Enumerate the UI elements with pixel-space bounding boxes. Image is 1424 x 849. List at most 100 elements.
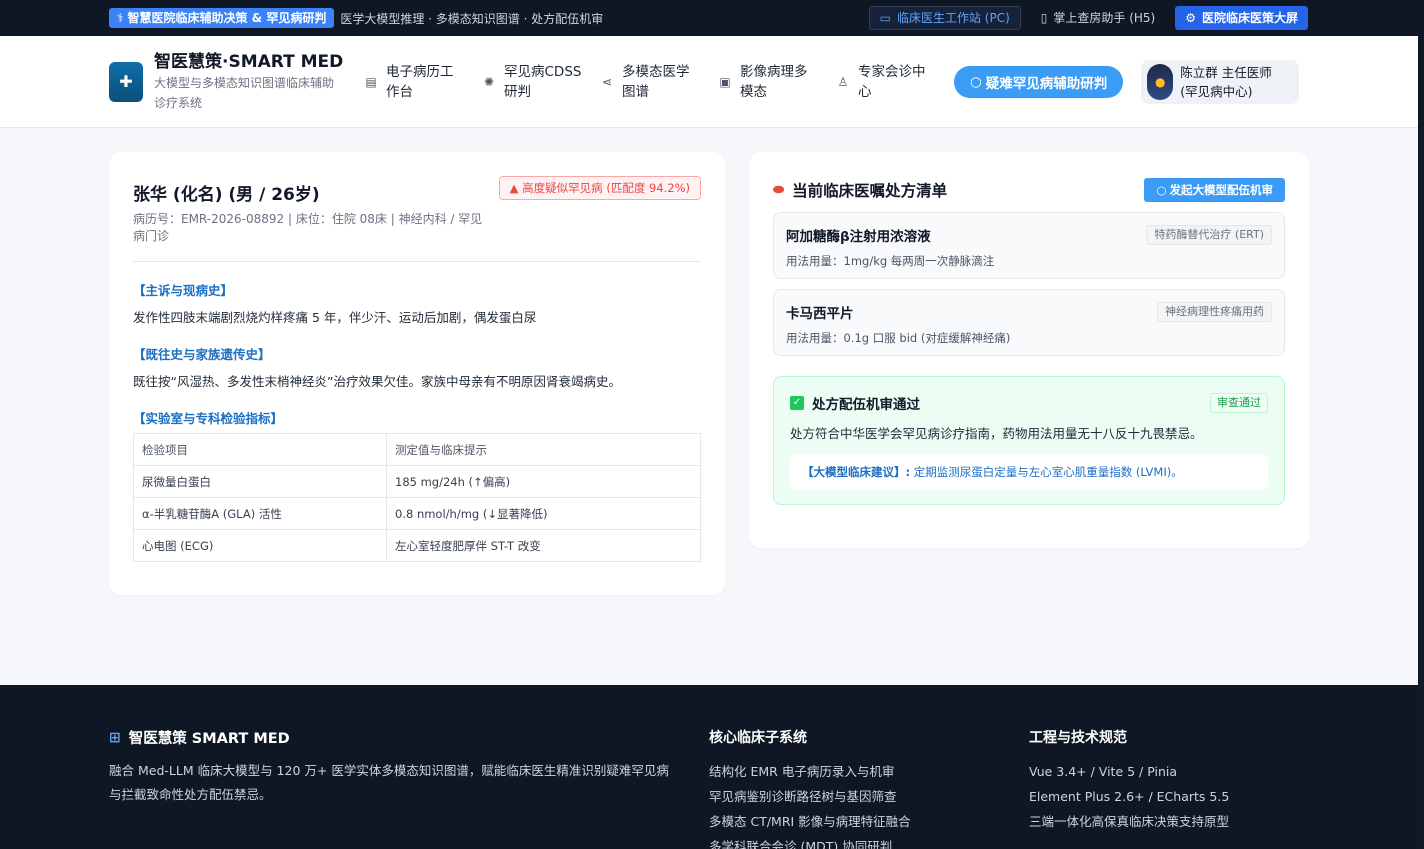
footer-text: 三端一体化高保真临床决策支持原型	[1029, 814, 1230, 829]
audit-pass-card: ✓ 处方配伍机审通过 审查通过 处方符合中华医学会罕见病诊疗指南，药物用法用量无…	[773, 376, 1285, 505]
footer-description: 融合 Med-LLM 临床大模型与 120 万+ 医学实体多模态知识图谱，赋能临…	[109, 763, 669, 802]
cpu-icon: ○	[1156, 183, 1167, 197]
table-header-row: 检验项目 测定值与临床提示	[133, 433, 701, 466]
nav-label: 电子病历工作台	[386, 63, 454, 100]
main-header: ✚ 智医慧策·SMART MED 大模型与多模态知识图谱临床辅助诊疗系统 ▤ 电…	[0, 36, 1424, 128]
nav-rare-cdss[interactable]: ✺ 罕见病CDSS研判	[474, 62, 592, 102]
footer: ⊞ 智医慧策 SMART MED 融合 Med-LLM 临床大模型与 120 万…	[0, 685, 1418, 849]
nav-label: 影像病理多模态	[740, 63, 808, 100]
risk-badge: ▲ 高度疑似罕见病 (匹配度 94.2%)	[498, 176, 701, 200]
cpu-icon: ✺	[483, 74, 495, 89]
patient-record-panel: 张华 (化名) (男 / 26岁) 病历号：EMR-2026-08892 | 床…	[109, 152, 725, 595]
section-body-complaint: 发作性四肢末端剧烈烧灼样疼痛 5 年，伴少汗、运动后加剧，偶发蛋白尿	[133, 310, 537, 325]
brand: 智医慧策·SMART MED 大模型与多模态知识图谱临床辅助诊疗系统	[154, 51, 344, 113]
prescription-header: ⬬ 当前临床医嘱处方清单 ○ 发起大模型配伍机审	[773, 178, 1285, 202]
footer-col-subsystems: 核心临床子系统 结构化 EMR 电子病历录入与机审 罕见病鉴别诊断路径树与基因筛…	[709, 727, 911, 849]
start-audit-button[interactable]: ○ 发起大模型配伍机审	[1144, 178, 1285, 202]
footer-text: Element Plus 2.6+ / ECharts 5.5	[1029, 789, 1230, 804]
prescription-title-label: 当前临床医嘱处方清单	[792, 182, 948, 200]
gear-icon: ⚙	[1185, 11, 1196, 25]
table-row: α-半乳糖苷酶A (GLA) 活性 0.8 nmol/h/mg (↓显著降低)	[133, 497, 701, 530]
nav-imaging[interactable]: ▣ 影像病理多模态	[710, 62, 828, 102]
mobile-icon: ▯	[1040, 11, 1048, 25]
nav-label: 专家会诊中心	[858, 63, 926, 100]
lab-item: α-半乳糖苷酶A (GLA) 活性	[133, 497, 387, 530]
logo-medical-kit-icon[interactable]: ✚	[109, 61, 143, 102]
lab-value: 左心室轻度肥厚伴 ST-T 改变	[386, 529, 701, 562]
prescription-item[interactable]: 卡马西平片 用法用量：0.1g 口服 bid (对症缓解神经痛) 神经病理性疼痛…	[773, 289, 1285, 356]
prescription-item[interactable]: 阿加糖酶β注射用浓溶液 用法用量：1mg/kg 每两周一次静脉滴注 特药酶替代治…	[773, 212, 1285, 279]
prescription-panel: ⬬ 当前临床医嘱处方清单 ○ 发起大模型配伍机审 阿加糖酶β注射用浓溶液 用法用…	[749, 152, 1309, 548]
rare-disease-cta-button[interactable]: ○ 疑难罕见病辅助研判	[954, 65, 1124, 98]
nav-knowledge-graph[interactable]: ⋖ 多模态医学图谱	[592, 62, 710, 102]
drug-usage: 用法用量：1mg/kg 每两周一次静脉滴注	[786, 254, 995, 268]
share-icon: ⋖	[601, 74, 613, 89]
llm-advice: 【大模型临床建议】: 定期监测尿蛋白定量与左心室心肌重量指数 (LVMI)。	[790, 454, 1268, 490]
app-subtitle: 大模型与多模态知识图谱临床辅助诊疗系统	[154, 75, 335, 110]
lab-value: 185 mg/24h (↑偏高)	[386, 465, 701, 498]
user-name: 陈立群 主任医师	[1180, 64, 1272, 80]
page-scrollbar[interactable]	[1418, 36, 1424, 849]
prescription-title: ⬬ 当前临床医嘱处方清单	[773, 179, 947, 201]
app-title: 智医慧策·SMART MED	[154, 51, 344, 72]
audit-pass-header: ✓ 处方配伍机审通过	[790, 393, 1268, 413]
top-banner-label: 智慧医院临床辅助决策 & 罕见病研判	[127, 11, 327, 25]
footer-link[interactable]: 罕见病鉴别诊断路径树与基因筛查	[709, 784, 911, 809]
h5-ward-link[interactable]: ▯ 掌上查房助手 (H5)	[1031, 6, 1165, 30]
footer-brand-label: 智医慧策 SMART MED	[128, 731, 290, 747]
top-tagline: 医学大模型推理 · 多模态知识图谱 · 处方配伍机审	[340, 11, 604, 26]
footer-link[interactable]: 多学科联合会诊 (MDT) 协同研判	[709, 834, 911, 849]
column-header: 检验项目	[133, 433, 387, 466]
medical-icon: ⚕	[117, 11, 124, 25]
h5-ward-label: 掌上查房助手 (H5)	[1053, 11, 1156, 25]
audit-pass-title: 处方配伍机审通过	[812, 397, 920, 413]
user-info: 陈立群 主任医师 (罕见病中心)	[1180, 63, 1271, 101]
lab-value: 0.8 nmol/h/mg (↓显著降低)	[386, 497, 701, 530]
patient-meta: 病历号：EMR-2026-08892 | 床位：住院 08床 | 神经内科 / …	[133, 212, 483, 243]
main-nav: ▤ 电子病历工作台 ✺ 罕见病CDSS研判 ⋖ 多模态医学图谱 ▣ 影像病理多模…	[356, 62, 946, 102]
footer-link[interactable]: 多模态 CT/MRI 影像与病理特征融合	[709, 809, 911, 834]
risk-label: 高度疑似罕见病 (匹配度 94.2%)	[522, 181, 690, 195]
user-profile[interactable]: ● 陈立群 主任医师 (罕见病中心)	[1141, 59, 1300, 104]
nav-emr-workbench[interactable]: ▤ 电子病历工作台	[356, 62, 474, 102]
top-banner: ⚕ 智慧医院临床辅助决策 & 罕见病研判	[109, 8, 335, 28]
drug-tag: 特药酶替代治疗 (ERT)	[1146, 225, 1272, 245]
check-icon: ✓	[790, 396, 804, 410]
cta-label: 疑难罕见病辅助研判	[985, 75, 1108, 92]
section-title-history: 【既往史与家族遗传史】	[133, 347, 271, 362]
footer-col-title: 工程与技术规范	[1029, 730, 1127, 746]
pc-workstation-link[interactable]: ▭ 临床医生工作站 (PC)	[868, 6, 1021, 30]
status-badge: 审查通过	[1210, 393, 1268, 413]
audit-pass-body: 处方符合中华医学会罕见病诊疗指南，药物用法用量无十八反十九畏禁忌。	[790, 426, 1203, 441]
advice-label: 【大模型临床建议】:	[802, 465, 911, 479]
image-icon: ▣	[719, 74, 731, 89]
nav-label: 罕见病CDSS研判	[504, 63, 582, 100]
section-body-history: 既往按“风湿热、多发性末梢神经炎”治疗效果欠佳。家族中母亲有不明原因肾衰竭病史。	[133, 374, 621, 389]
big-screen-link[interactable]: ⚙ 医院临床医策大屏	[1175, 6, 1308, 30]
warning-icon: ▲	[509, 181, 519, 195]
lab-item: 心电图 (ECG)	[133, 529, 387, 562]
column-header: 测定值与临床提示	[386, 433, 701, 466]
pill-icon: ⬬	[773, 182, 785, 198]
footer-col-title: 核心临床子系统	[709, 730, 807, 746]
pc-workstation-label: 临床医生工作站 (PC)	[896, 11, 1010, 25]
footer-brand: ⊞ 智医慧策 SMART MED	[109, 727, 290, 748]
advice-text: 定期监测尿蛋白定量与左心室心肌重量指数 (LVMI)。	[913, 465, 1183, 479]
top-links: ▭ 临床医生工作站 (PC) ▯ 掌上查房助手 (H5) ⚙ 医院临床医策大屏	[868, 6, 1308, 30]
user-icon: ♙	[837, 74, 849, 89]
section-title-complaint: 【主诉与现病史】	[133, 283, 234, 298]
document-icon: ▤	[365, 74, 377, 89]
medical-kit-icon: ⊞	[109, 729, 121, 746]
top-bar: ⚕ 智慧医院临床辅助决策 & 罕见病研判 医学大模型推理 · 多模态知识图谱 ·…	[0, 0, 1424, 36]
monitor-icon: ▭	[879, 11, 891, 25]
avatar: ●	[1147, 63, 1174, 100]
table-row: 心电图 (ECG) 左心室轻度肥厚伴 ST-T 改变	[133, 529, 701, 562]
footer-link[interactable]: 结构化 EMR 电子病历录入与机审	[709, 759, 911, 784]
nav-consultation[interactable]: ♙ 专家会诊中心	[828, 62, 946, 102]
drug-usage: 用法用量：0.1g 口服 bid (对症缓解神经痛)	[786, 331, 1011, 345]
divider	[133, 261, 701, 262]
footer-col-tech: 工程与技术规范 Vue 3.4+ / Vite 5 / Pinia Elemen…	[1029, 727, 1229, 834]
audit-button-label: 发起大模型配伍机审	[1169, 183, 1274, 197]
lab-item: 尿微量白蛋白	[133, 465, 387, 498]
search-icon: ○	[970, 73, 982, 90]
